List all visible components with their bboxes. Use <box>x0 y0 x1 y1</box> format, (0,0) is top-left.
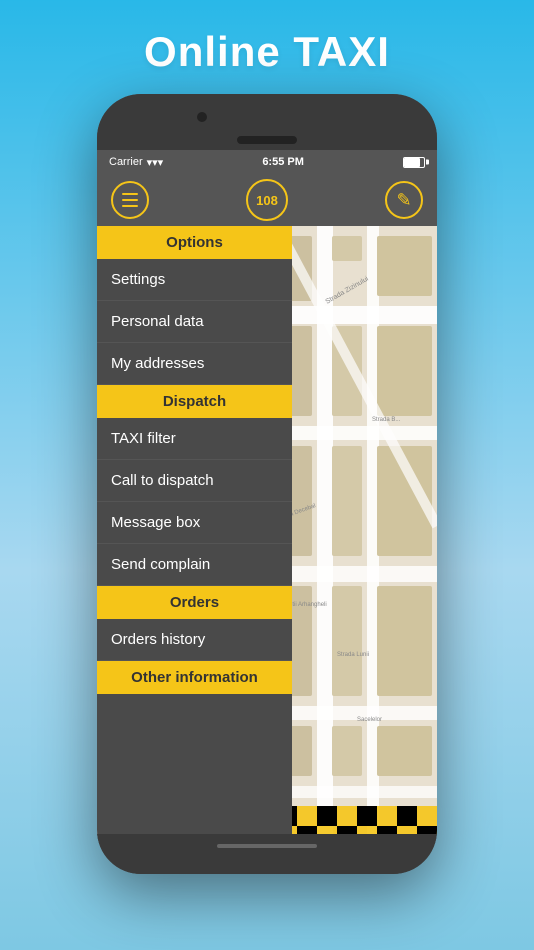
menu-panel: Options Settings Personal data My addres… <box>97 226 292 834</box>
phone-screen: Carrier ▾▾▾ 6:55 PM 108 ✎ <box>97 150 437 834</box>
section-header-dispatch: Dispatch <box>97 385 292 418</box>
phone-bottom <box>97 834 437 874</box>
edit-button[interactable]: ✎ <box>385 181 423 219</box>
page-title: Online TAXI <box>144 28 390 76</box>
map-background: + Strada Zizinului Strada B... Strada De… <box>277 226 437 834</box>
wifi-icon: ▾▾▾ <box>147 156 164 169</box>
carrier-info: Carrier ▾▾▾ <box>109 156 163 169</box>
home-indicator <box>217 844 317 848</box>
edit-icon: ✎ <box>396 190 411 211</box>
screen-body: + Strada Zizinului Strada B... Strada De… <box>97 226 437 834</box>
status-time: 6:55 PM <box>262 156 304 168</box>
phone-camera <box>197 112 207 122</box>
badge-display[interactable]: 108 <box>246 179 288 221</box>
menu-item-settings[interactable]: Settings <box>97 259 292 301</box>
svg-text:Strada B...: Strada B... <box>372 417 401 423</box>
section-header-other: Other information <box>97 661 292 694</box>
section-header-options: Options <box>97 226 292 259</box>
svg-text:Strada Lunii: Strada Lunii <box>337 652 369 658</box>
menu-item-addresses[interactable]: My addresses <box>97 343 292 385</box>
phone-top <box>97 94 437 150</box>
phone-speaker <box>237 136 297 144</box>
status-bar: Carrier ▾▾▾ 6:55 PM <box>97 150 437 174</box>
battery-icon <box>403 157 425 168</box>
hamburger-icon <box>122 193 138 207</box>
menu-item-taxi-filter[interactable]: TAXI filter <box>97 418 292 460</box>
hamburger-button[interactable] <box>111 181 149 219</box>
menu-item-message-box[interactable]: Message box <box>97 502 292 544</box>
carrier-label: Carrier <box>109 156 143 168</box>
badge-value: 108 <box>256 193 278 208</box>
menu-item-personal-data[interactable]: Personal data <box>97 301 292 343</box>
phone-frame: Carrier ▾▾▾ 6:55 PM 108 ✎ <box>97 94 437 874</box>
menu-item-send-complain[interactable]: Send complain <box>97 544 292 586</box>
app-header: 108 ✎ <box>97 174 437 226</box>
menu-item-orders-history[interactable]: Orders history <box>97 619 292 661</box>
menu-item-call-dispatch[interactable]: Call to dispatch <box>97 460 292 502</box>
svg-text:Sacelelor: Sacelelor <box>357 717 382 723</box>
section-header-orders: Orders <box>97 586 292 619</box>
